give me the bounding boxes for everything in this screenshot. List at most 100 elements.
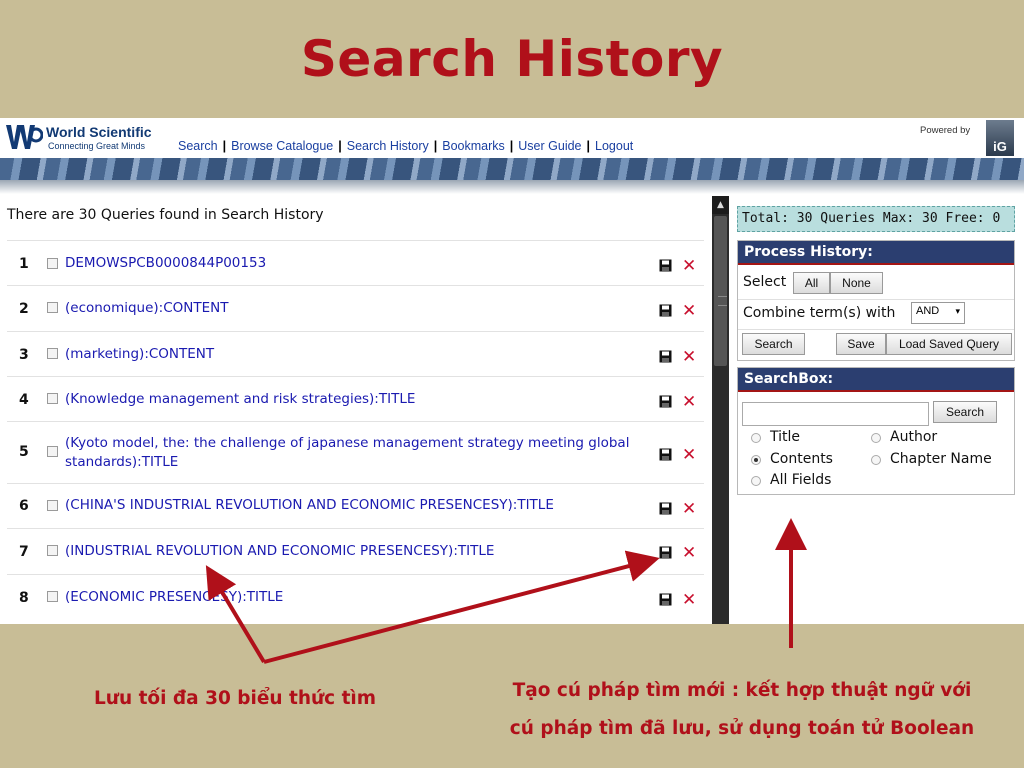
- nav-user-guide[interactable]: User Guide: [518, 139, 581, 153]
- row-number: 6: [19, 498, 29, 514]
- save-icon[interactable]: [659, 448, 672, 461]
- row-number: 5: [19, 444, 29, 460]
- option-title-label: Title: [770, 429, 801, 445]
- world-scientific-logo-icon: [6, 125, 43, 149]
- row-checkbox[interactable]: [47, 393, 58, 404]
- grip-icon: [718, 296, 727, 306]
- row-number: 2: [19, 301, 29, 317]
- query-link[interactable]: (Kyoto model, the: the challenge of japa…: [65, 434, 640, 472]
- brand-name: World Scientific: [46, 124, 152, 140]
- banner-fade: [0, 180, 1024, 194]
- sidebar: Total: 30 Queries Max: 30 Free: 0 Proces…: [729, 196, 1024, 624]
- powered-by-label: Powered by: [920, 125, 971, 136]
- row-number: 1: [19, 256, 29, 272]
- searchbox-title: SearchBox:: [738, 368, 1014, 392]
- scroll-thumb[interactable]: [714, 216, 727, 366]
- delete-icon[interactable]: ✕: [682, 501, 696, 518]
- row-checkbox[interactable]: [47, 500, 58, 511]
- save-query-button[interactable]: Save: [836, 333, 886, 355]
- delete-icon[interactable]: ✕: [682, 545, 696, 562]
- delete-icon[interactable]: ✕: [682, 349, 696, 366]
- table-row: 1 DEMOWSPCB0000844P00153 ✕: [7, 240, 704, 285]
- nav-bookmarks[interactable]: Bookmarks: [442, 139, 505, 153]
- process-search-button[interactable]: Search: [742, 333, 805, 355]
- save-icon[interactable]: [659, 304, 672, 317]
- radio-title[interactable]: [751, 433, 761, 443]
- save-icon[interactable]: [659, 546, 672, 559]
- select-label: Select: [743, 274, 787, 290]
- row-checkbox[interactable]: [47, 545, 58, 556]
- select-none-button[interactable]: None: [830, 272, 883, 294]
- save-icon[interactable]: [659, 502, 672, 515]
- history-list-area: There are 30 Queries found in Search His…: [0, 196, 712, 624]
- caret-down-icon: ▾: [955, 306, 960, 316]
- note-right-line-2: cú pháp tìm đã lưu, sử dụng toán tử Bool…: [509, 718, 975, 739]
- table-row: 8 (ECONOMIC PRESENCESY):TITLE ✕: [7, 574, 704, 620]
- total-summary: Total: 30 Queries Max: 30 Free: 0: [737, 206, 1015, 232]
- select-all-button[interactable]: All: [793, 272, 830, 294]
- table-row: 5 (Kyoto model, the: the challenge of ja…: [7, 421, 704, 483]
- nav-browse-catalogue[interactable]: Browse Catalogue: [231, 139, 333, 153]
- ig-logo: iG: [986, 120, 1014, 156]
- note-right: Tạo cú pháp tìm mới : kết hợp thuật ngữ …: [492, 672, 992, 748]
- note-right-line-1: Tạo cú pháp tìm mới : kết hợp thuật ngữ …: [512, 680, 972, 701]
- delete-icon[interactable]: ✕: [682, 303, 696, 320]
- query-link[interactable]: (economique):CONTENT: [65, 299, 640, 318]
- nav-logout[interactable]: Logout: [595, 139, 633, 153]
- radio-contents[interactable]: [751, 455, 761, 465]
- history-rows: 1 DEMOWSPCB0000844P00153 ✕ 2 (economique…: [7, 240, 704, 620]
- screenshot: World Scientific Connecting Great Minds …: [0, 118, 1024, 624]
- row-number: 4: [19, 392, 29, 408]
- header-banner: [0, 158, 1024, 180]
- option-all-fields-label: All Fields: [770, 472, 832, 488]
- save-icon[interactable]: [659, 395, 672, 408]
- query-link[interactable]: (CHINA'S INDUSTRIAL REVOLUTION AND ECONO…: [65, 496, 640, 515]
- row-checkbox[interactable]: [47, 348, 58, 359]
- site-header: World Scientific Connecting Great Minds …: [0, 118, 1024, 158]
- top-nav: Search | Browse Catalogue | Search History | B…: [178, 139, 634, 153]
- option-chapter-name-label: Chapter Name: [890, 451, 992, 467]
- query-link[interactable]: (ECONOMIC PRESENCESY):TITLE: [65, 588, 640, 607]
- table-row: 3 (marketing):CONTENT ✕: [7, 331, 704, 376]
- searchbox-input[interactable]: [742, 402, 929, 426]
- query-link[interactable]: (marketing):CONTENT: [65, 345, 640, 364]
- table-row: 2 (economique):CONTENT ✕: [7, 285, 704, 331]
- history-scrollbar[interactable]: ▲: [712, 196, 729, 624]
- row-checkbox[interactable]: [47, 446, 58, 457]
- save-icon[interactable]: [659, 593, 672, 606]
- combine-label: Combine term(s) with: [743, 305, 896, 321]
- row-checkbox[interactable]: [47, 302, 58, 313]
- delete-icon[interactable]: ✕: [682, 447, 696, 464]
- save-icon[interactable]: [659, 259, 672, 272]
- process-history-title: Process History:: [738, 241, 1014, 265]
- table-row: 4 (Knowledge management and risk strateg…: [7, 376, 704, 421]
- save-icon[interactable]: [659, 350, 672, 363]
- delete-icon[interactable]: ✕: [682, 258, 696, 275]
- nav-search[interactable]: Search: [178, 139, 218, 153]
- table-row: 6 (CHINA'S INDUSTRIAL REVOLUTION AND ECO…: [7, 483, 704, 528]
- operator-select[interactable]: AND ▾: [911, 302, 965, 324]
- row-checkbox[interactable]: [47, 591, 58, 602]
- process-history-panel: Process History: Select All None Combine…: [737, 240, 1015, 361]
- scroll-up-icon[interactable]: ▲: [712, 196, 729, 214]
- option-author-label: Author: [890, 429, 938, 445]
- row-checkbox[interactable]: [47, 258, 58, 269]
- queries-found-text: There are 30 Queries found in Search His…: [7, 207, 324, 223]
- row-number: 8: [19, 590, 29, 606]
- operator-value: AND: [916, 305, 940, 317]
- query-link[interactable]: DEMOWSPCB0000844P00153: [65, 254, 640, 273]
- note-left: Lưu tối đa 30 biểu thức tìm: [94, 688, 377, 709]
- radio-author[interactable]: [871, 433, 881, 443]
- nav-search-history[interactable]: Search History: [347, 139, 429, 153]
- row-number: 3: [19, 347, 29, 363]
- query-link[interactable]: (Knowledge management and risk strategie…: [65, 390, 640, 409]
- slide-title: Search History: [300, 30, 724, 88]
- radio-all-fields[interactable]: [751, 476, 761, 486]
- searchbox-panel: SearchBox: Search Title Author Contents …: [737, 367, 1015, 495]
- searchbox-search-button[interactable]: Search: [933, 401, 997, 423]
- load-saved-query-button[interactable]: Load Saved Query: [886, 333, 1012, 355]
- delete-icon[interactable]: ✕: [682, 394, 696, 411]
- radio-chapter-name[interactable]: [871, 455, 881, 465]
- delete-icon[interactable]: ✕: [682, 592, 696, 609]
- query-link[interactable]: (INDUSTRIAL REVOLUTION AND ECONOMIC PRES…: [65, 542, 640, 561]
